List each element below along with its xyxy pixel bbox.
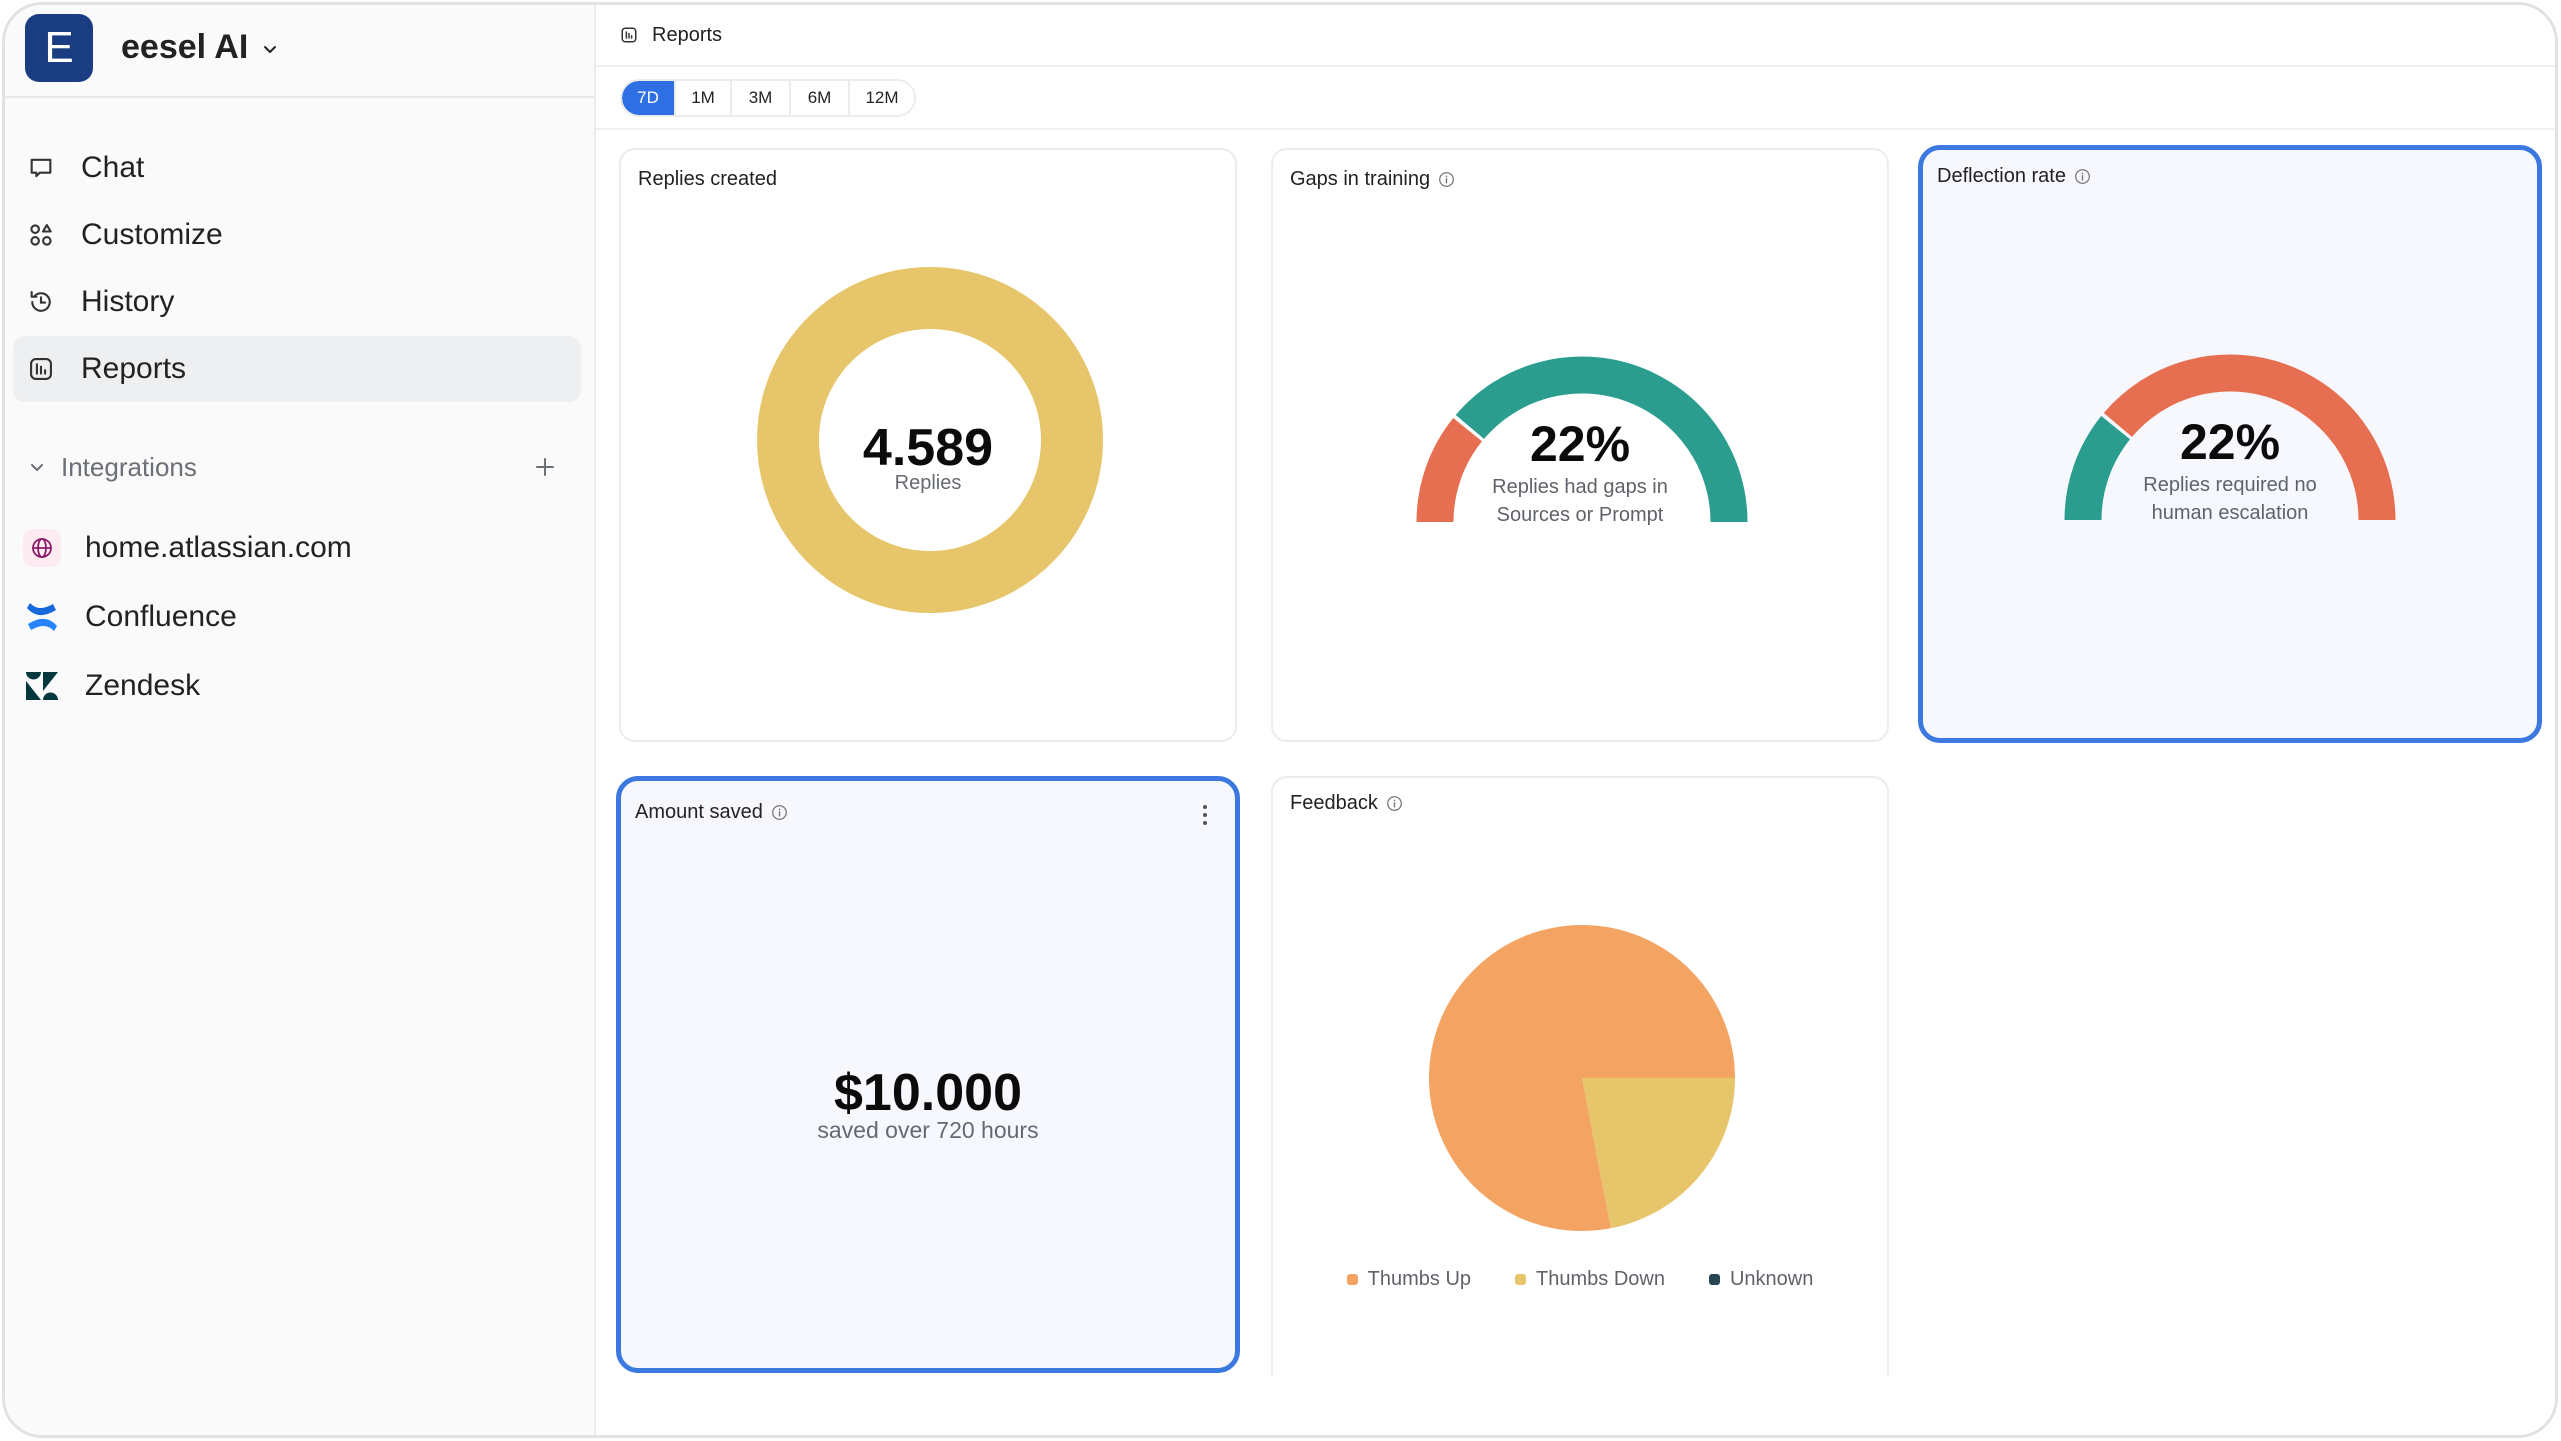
card-amount-saved[interactable]: Amount saved $10.000 saved over 720 hour… <box>616 776 1240 1373</box>
tab-3m[interactable]: 3M <box>732 80 791 115</box>
legend-label: Unknown <box>1729 1268 1814 1290</box>
sidebar-item-label: Reports <box>81 352 187 385</box>
tab-12m[interactable]: 12M <box>850 81 914 115</box>
legend-swatch <box>1708 1274 1720 1285</box>
sidebar-item-label: Customize <box>81 218 223 251</box>
integrations-label: Integrations <box>61 451 197 482</box>
legend-swatch <box>1346 1274 1358 1285</box>
integration-label: Zendesk <box>85 668 201 702</box>
amount-saved-description: saved over 720 hours <box>817 1117 1039 1143</box>
sidebar-item-reports[interactable]: Reports <box>13 336 581 402</box>
feedback-pie-chart <box>1429 925 1735 1231</box>
integration-item-home-atlassian[interactable]: home.atlassian.com <box>23 513 583 582</box>
deflection-percentage: 22% <box>2179 414 2281 470</box>
more-options-icon[interactable] <box>1201 803 1209 827</box>
card-replies-created[interactable]: Replies created 4.589 Replies <box>619 148 1237 742</box>
workspace-switcher[interactable]: E eesel AI <box>5 5 594 98</box>
legend-item-unknown[interactable]: Unknown <box>1708 1268 1814 1291</box>
replies-label: Replies <box>894 472 962 494</box>
card-title: Amount saved <box>635 801 763 823</box>
deflection-description-line1: Replies required no <box>2143 474 2317 496</box>
workspace-logo: E <box>25 13 93 82</box>
sidebar-item-chat[interactable]: Chat <box>13 135 581 201</box>
tab-6m[interactable]: 6M <box>791 80 850 115</box>
integration-label: Confluence <box>85 599 237 633</box>
globe-icon <box>23 528 61 567</box>
history-icon <box>30 291 51 312</box>
feedback-legend: Thumbs Up Thumbs Down Unknown <box>1273 1268 1887 1291</box>
integration-item-zendesk[interactable]: Zendesk <box>23 651 583 720</box>
sidebar-item-label: Chat <box>81 151 145 184</box>
card-gaps-in-training[interactable]: Gaps in training 22% Replies had gaps in… <box>1271 148 1889 742</box>
app-window: E eesel AI Chat Customize History Report… <box>2 2 2558 1438</box>
main-content: Reports 7D 1M 3M 6M 12M Replies created … <box>596 5 2555 1435</box>
deflection-description-line2: human escalation <box>2151 502 2309 524</box>
amount-saved-value: $10.000 <box>834 1064 1022 1122</box>
tab-7d[interactable]: 7D <box>622 80 676 115</box>
replies-count: 4.589 <box>862 419 994 477</box>
legend-item-thumbs-up[interactable]: Thumbs Up <box>1346 1268 1472 1291</box>
breadcrumb-current: Reports <box>652 23 723 46</box>
chat-bubble-icon <box>30 158 52 178</box>
sidebar-nav: Chat Customize History Reports <box>13 135 581 403</box>
add-integration-button[interactable] <box>533 455 557 479</box>
legend-item-thumbs-down[interactable]: Thumbs Down <box>1515 1268 1665 1291</box>
integration-item-confluence[interactable]: Confluence <box>23 582 583 651</box>
bar-chart-icon <box>30 358 52 380</box>
integrations-list: home.atlassian.com Confluence Zendesk <box>23 513 583 720</box>
confluence-logo-icon <box>23 598 61 636</box>
legend-label: Thumbs Up <box>1367 1268 1472 1290</box>
card-feedback[interactable]: Feedback Thumbs Up Thumbs Down Unknown <box>1271 776 1889 1376</box>
chevron-down-icon <box>31 464 43 471</box>
tab-1m[interactable]: 1M <box>676 80 732 115</box>
shapes-icon <box>30 224 52 246</box>
bar-chart-icon <box>621 27 637 43</box>
integration-label: home.atlassian.com <box>85 530 352 564</box>
info-icon[interactable] <box>771 804 788 821</box>
gaps-description-line1: Replies had gaps in <box>1492 476 1668 498</box>
legend-swatch <box>1515 1274 1527 1285</box>
gaps-percentage: 22% <box>1529 416 1631 472</box>
integrations-header[interactable]: Integrations <box>27 445 557 489</box>
sidebar: E eesel AI Chat Customize History Report… <box>5 5 596 1435</box>
breadcrumb: Reports <box>596 5 2555 67</box>
time-range-bar: 7D 1M 3M 6M 12M <box>596 67 2555 130</box>
sidebar-item-customize[interactable]: Customize <box>13 202 581 268</box>
sidebar-item-label: History <box>81 285 175 318</box>
zendesk-logo-icon <box>23 667 61 705</box>
time-range-tabs: 7D 1M 3M 6M 12M <box>620 78 916 117</box>
card-deflection-rate[interactable]: Deflection rate 22% Replies required no … <box>1918 145 2542 743</box>
workspace-name: eesel AI <box>121 28 249 66</box>
chevron-down-icon <box>264 45 277 53</box>
sidebar-item-history[interactable]: History <box>13 269 581 335</box>
legend-label: Thumbs Down <box>1536 1268 1665 1290</box>
gaps-description-line2: Sources or Prompt <box>1496 504 1664 526</box>
